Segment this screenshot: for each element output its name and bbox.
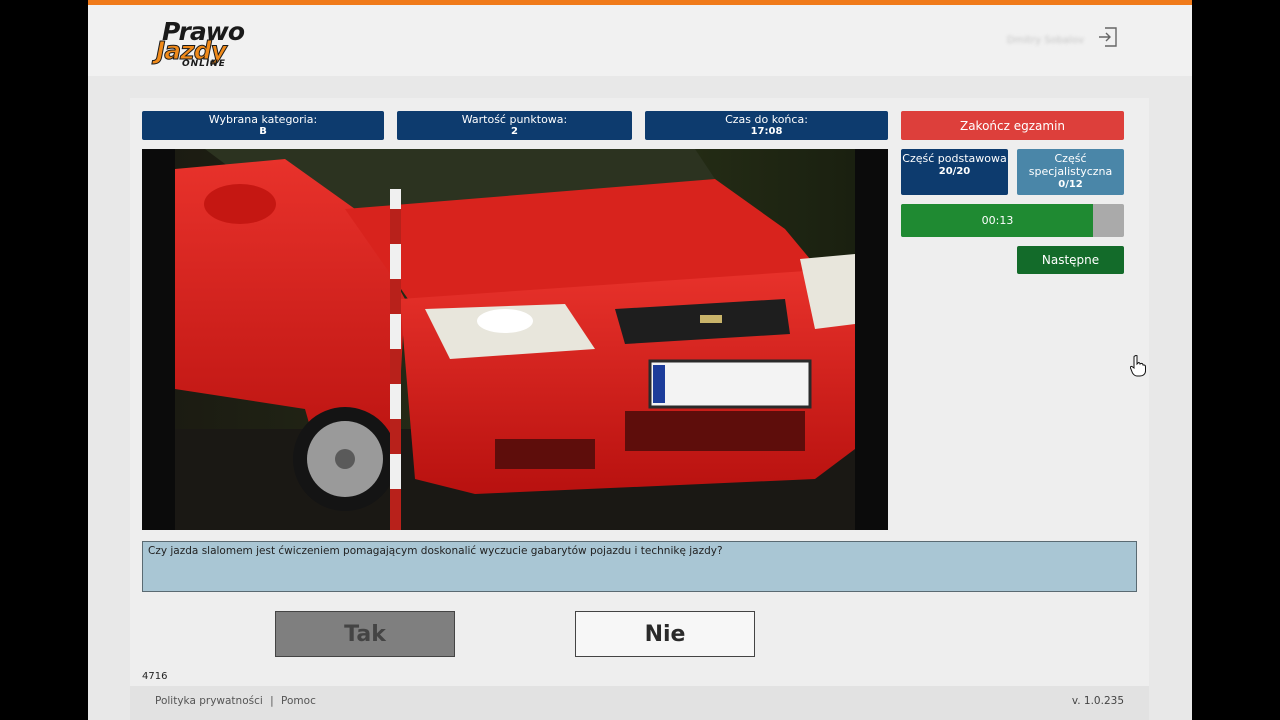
help-link[interactable]: Pomoc	[281, 695, 316, 707]
next-button[interactable]: Następne	[1017, 246, 1124, 274]
car-photo	[175, 149, 855, 530]
basic-part-label: Część podstawowa	[902, 152, 1007, 165]
points-box: Wartość punktowa: 2	[397, 111, 632, 140]
answer-yes-button[interactable]: Tak	[275, 611, 455, 657]
question-id: 4716	[142, 671, 168, 682]
question-text: Czy jazda slalomem jest ćwiczeniem pomag…	[142, 541, 1137, 592]
footer-separator: |	[270, 695, 274, 707]
question-image	[142, 149, 888, 530]
end-exam-button[interactable]: Zakończ egzamin	[901, 111, 1124, 140]
answer-no-button[interactable]: Nie	[575, 611, 755, 657]
exam-panel: Wybrana kategoria: B Wartość punktowa: 2…	[130, 98, 1149, 686]
points-label: Wartość punktowa:	[461, 113, 568, 126]
time-box: Czas do końca: 17:08	[645, 111, 888, 140]
category-value: B	[259, 126, 267, 137]
special-part-tab[interactable]: Część specjalistyczna 0/12	[1017, 149, 1124, 195]
timer-text: 00:13	[981, 214, 1014, 227]
basic-part-tab[interactable]: Część podstawowa 20/20	[901, 149, 1008, 195]
basic-part-value: 20/20	[938, 166, 971, 177]
answer-timer: 00:13	[901, 204, 1124, 237]
time-value: 17:08	[750, 126, 783, 137]
category-box: Wybrana kategoria: B	[142, 111, 384, 140]
time-label: Czas do końca:	[725, 113, 808, 126]
footer: Polityka prywatności | Pomoc v. 1.0.235	[130, 686, 1149, 720]
footer-links: Polityka prywatności | Pomoc	[155, 695, 316, 707]
points-value: 2	[511, 126, 518, 137]
category-label: Wybrana kategoria:	[208, 113, 318, 126]
header: Prawo Jazdy ONLINE Dmitry Sobalov	[88, 5, 1192, 76]
version-label: v. 1.0.235	[1071, 695, 1124, 707]
special-part-value: 0/12	[1058, 179, 1083, 190]
logo: Prawo Jazdy ONLINE	[154, 17, 280, 73]
app-window: Prawo Jazdy ONLINE Dmitry Sobalov Wybran…	[88, 0, 1192, 720]
user-name: Dmitry Sobalov	[1006, 35, 1084, 46]
hand-cursor-icon	[1130, 355, 1146, 377]
logout-icon[interactable]	[1096, 25, 1120, 49]
privacy-link[interactable]: Polityka prywatności	[155, 695, 263, 707]
logo-text-online: ONLINE	[182, 59, 226, 69]
special-part-label: Część specjalistyczna	[1028, 152, 1113, 178]
